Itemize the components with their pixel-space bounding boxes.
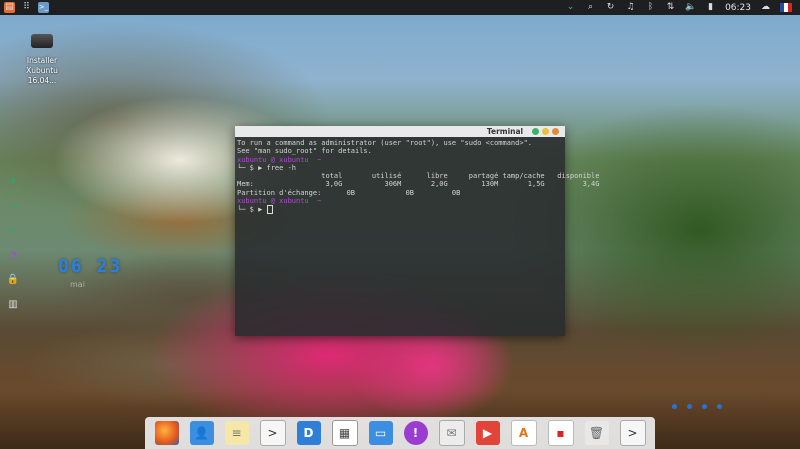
desktop-icon-label-line2: Xubuntu 16.04... <box>26 66 58 85</box>
bar-chart-icon[interactable]: ▥ <box>6 298 20 312</box>
terminal-title: Terminal <box>486 127 524 136</box>
video-icon[interactable]: ▶ <box>475 421 500 445</box>
side-launcher: ✈ ▭ ← ◔ 🔒 ▥ <box>6 175 20 322</box>
lock-icon[interactable]: 🔒 <box>6 273 20 287</box>
trash-icon[interactable]: 🗑 <box>584 421 609 445</box>
top-panel: ▤ ⠿ >_ ⌄ ⌕ ↻ ♫ ᛒ ⇅ 🔈 ▮ 06:23 ☁ <box>0 0 800 15</box>
close-button[interactable] <box>552 128 559 135</box>
terminal-line: └─ $ ▶ free -h <box>237 163 297 172</box>
dock: 👤 ≡ > D ▦ ▭ ! ✉ ▶ A ▪ 🗑 > <box>145 417 655 449</box>
search-icon[interactable]: ⌕ <box>585 2 596 13</box>
network-icon[interactable]: ⇅ <box>665 2 676 13</box>
desktop-icon-label-line1: Installer <box>26 56 58 65</box>
battery-icon[interactable]: ▮ <box>705 2 716 13</box>
keyboard-layout-flag-icon[interactable] <box>780 3 792 12</box>
maximize-button[interactable] <box>542 128 549 135</box>
terminal-line: Mem: 3,0G 306M 2,0G 130M 1,5G 3,4G <box>237 180 600 189</box>
app-launcher-icon[interactable]: ▤ <box>4 2 15 13</box>
terminal-icon[interactable]: > <box>619 420 646 446</box>
terminal-line: total utilisé libre partagé tamp/cache d… <box>237 172 600 181</box>
chat-icon[interactable]: ▭ <box>6 200 20 214</box>
terminal-input-line[interactable]: └─ $ ▶ <box>237 205 563 215</box>
desktop-installer-icon[interactable]: Installer Xubuntu 16.04... <box>14 30 70 86</box>
terminal-icon[interactable]: > <box>259 420 286 446</box>
airplane-icon[interactable]: ✈ <box>6 175 20 189</box>
terminal-icon[interactable]: >_ <box>38 2 49 13</box>
grid-icon[interactable]: ⠿ <box>21 2 32 13</box>
clock-widget-time: 06 23 <box>58 256 123 277</box>
workspace-dot[interactable] <box>672 404 677 409</box>
workspace-pager[interactable] <box>672 404 722 409</box>
contacts-icon[interactable]: 👤 <box>189 421 214 445</box>
back-arrow-icon[interactable]: ← <box>6 224 20 238</box>
clock[interactable]: 06:23 <box>725 3 751 13</box>
terminal-output[interactable]: To run a command as administrator (user … <box>235 137 600 216</box>
mask-icon[interactable]: ◔ <box>6 249 20 263</box>
workspace-dot[interactable] <box>687 404 692 409</box>
window-icon[interactable]: ▭ <box>368 421 393 445</box>
terminal-prompt: xubuntu @ xubuntu ~ <box>237 197 322 206</box>
terminal-titlebar[interactable]: Terminal <box>235 126 565 137</box>
software-icon[interactable]: A <box>510 420 537 446</box>
tiles-icon[interactable]: ▦ <box>331 420 358 446</box>
terminal-line: See "man sudo_root" for details. <box>237 147 372 156</box>
firefox-icon[interactable] <box>154 421 179 445</box>
minimize-button[interactable] <box>532 128 539 135</box>
bluetooth-icon[interactable]: ᛒ <box>645 2 656 13</box>
notes-icon[interactable]: ≡ <box>224 421 249 445</box>
terminal-window[interactable]: Terminal To run a command as administrat… <box>235 126 600 336</box>
terminal-line: └─ $ ▶ <box>237 205 267 214</box>
text-cursor <box>266 205 273 215</box>
chat-icon[interactable]: ! <box>403 421 428 445</box>
refresh-icon[interactable]: ↻ <box>605 2 616 13</box>
drive-icon <box>31 34 53 48</box>
volume-icon[interactable]: 🔈 <box>685 2 696 13</box>
terminal-line: To run a command as administrator (user … <box>237 139 533 147</box>
workspace-dot[interactable] <box>702 404 707 409</box>
workspace-dot[interactable] <box>717 404 722 409</box>
cloud-icon[interactable]: ☁ <box>760 2 771 13</box>
terminal-line: Partition d'échange: 0B 0B 0B <box>237 188 461 197</box>
clock-widget-date: mai <box>70 280 85 289</box>
chevron-down-icon[interactable]: ⌄ <box>565 2 576 13</box>
terminal-prompt: xubuntu @ xubuntu ~ <box>237 155 322 164</box>
screenshot-icon[interactable]: ▪ <box>547 420 574 446</box>
dictionary-icon[interactable]: D <box>296 421 321 445</box>
headphones-icon[interactable]: ♫ <box>625 2 636 13</box>
mail-icon[interactable]: ✉ <box>438 420 465 446</box>
